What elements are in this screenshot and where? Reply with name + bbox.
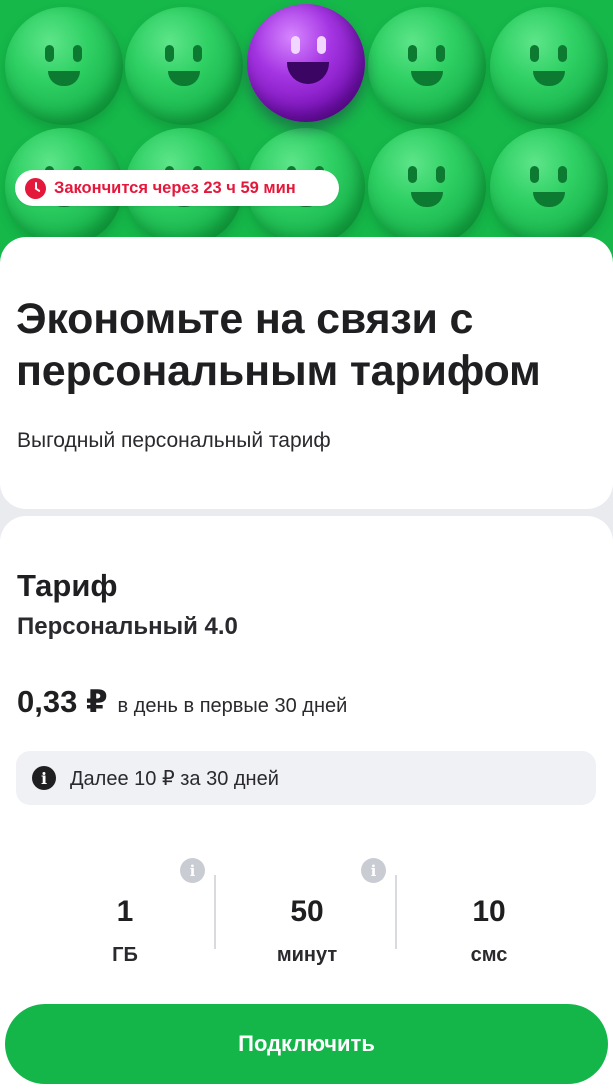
price-info-box: i Далее 10 ₽ за 30 дней: [16, 751, 596, 805]
page-title: Экономьте на связи с персональным тарифо…: [16, 295, 541, 395]
price-note: в день в первые 30 дней: [117, 695, 348, 717]
stat-value: 50: [290, 895, 324, 928]
green-smiley-icon: [368, 7, 486, 125]
info-icon[interactable]: i: [361, 858, 386, 883]
offer-timer-badge: Закончится через 23 ч 59 мин: [15, 170, 339, 206]
clock-icon: [25, 177, 46, 199]
tariff-name: Персональный 4.0: [17, 613, 238, 640]
tariff-price: 0,33 ₽: [17, 684, 108, 719]
stat-unit: ГБ: [112, 944, 138, 966]
green-smiley-icon: [368, 128, 486, 246]
hero-banner: Закончится через 23 ч 59 мин: [0, 0, 613, 262]
price-info-text: Далее 10 ₽ за 30 дней: [70, 767, 279, 790]
green-smiley-icon: [490, 128, 608, 246]
timer-text: Закончится через 23 ч 59 мин: [54, 178, 296, 197]
price-row: 0,33 ₽ в день в первые 30 дней: [17, 684, 347, 720]
stat-unit: смс: [470, 944, 508, 966]
info-icon: i: [32, 766, 56, 790]
divider: [395, 875, 397, 949]
stat-sms: 10 смс: [398, 855, 580, 975]
green-smiley-icon: [125, 7, 243, 125]
green-smiley-icon: [490, 7, 608, 125]
green-smiley-icon: [5, 7, 123, 125]
tariff-label: Тариф: [17, 568, 118, 603]
stat-value: 1: [116, 895, 134, 928]
tariff-stats: 1 ГБ i 50 минут i 10 смс: [34, 855, 580, 975]
stat-value: 10: [472, 895, 506, 928]
info-icon[interactable]: i: [180, 858, 205, 883]
purple-smiley-icon: [247, 4, 365, 122]
connect-button[interactable]: Подключить: [5, 1004, 608, 1084]
stat-unit: минут: [276, 944, 338, 966]
offer-subtitle: Выгодный персональный тариф: [17, 429, 331, 452]
